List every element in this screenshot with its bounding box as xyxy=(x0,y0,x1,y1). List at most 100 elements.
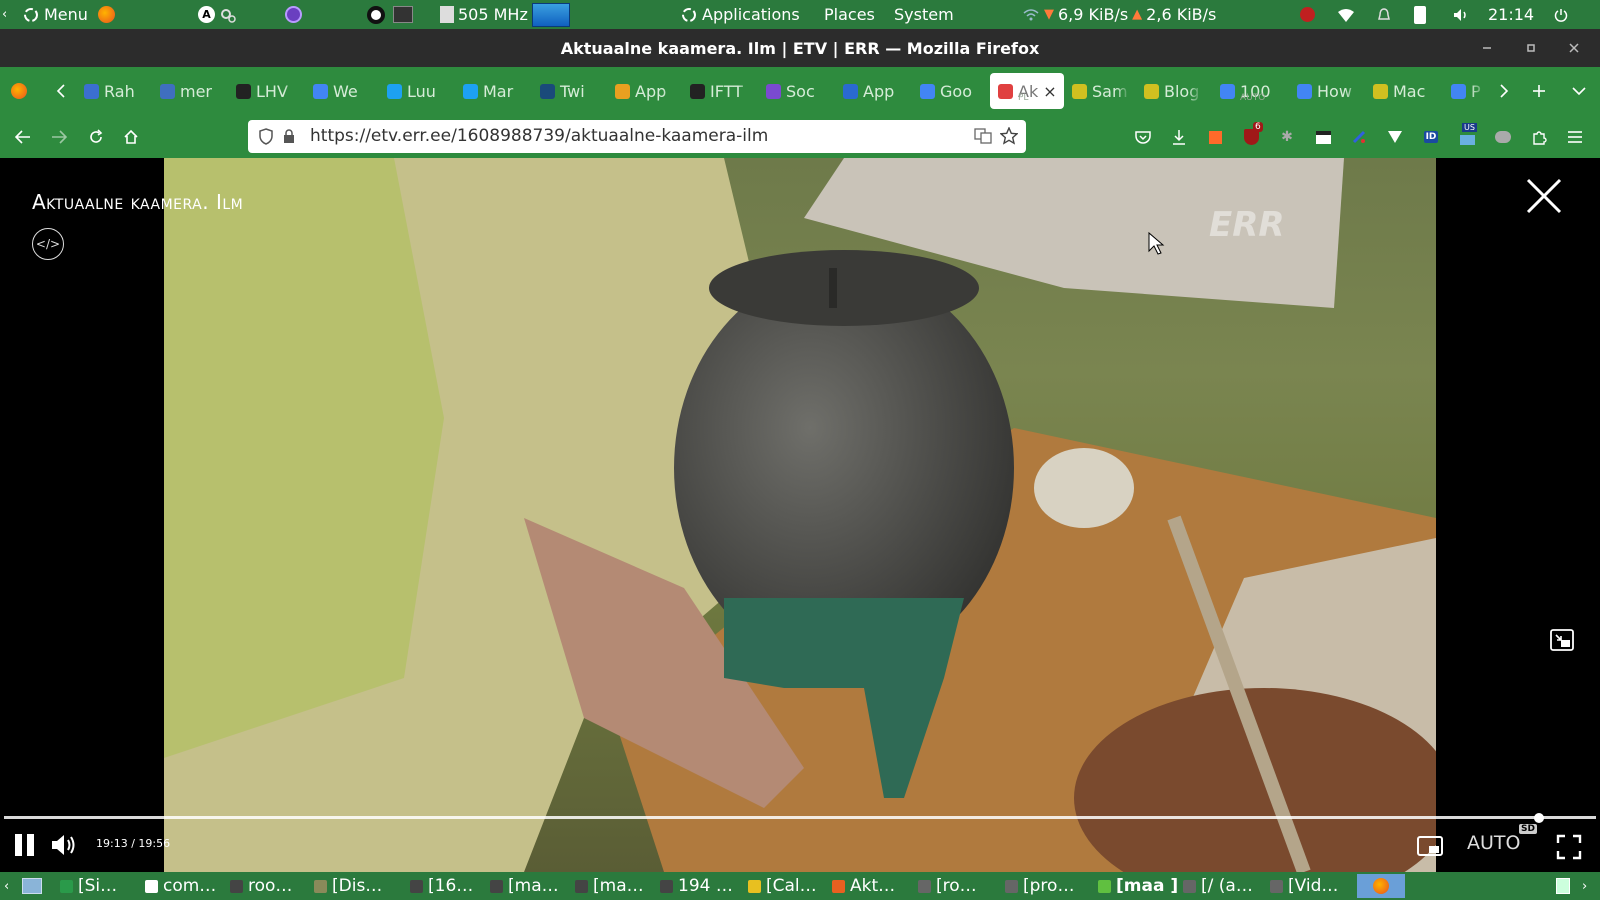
bookmark-star-icon[interactable] xyxy=(1000,127,1018,145)
picture-in-picture-button[interactable] xyxy=(1542,620,1582,660)
video-progress-bar[interactable] xyxy=(4,813,1596,823)
clock[interactable]: 21:14 xyxy=(1488,0,1534,29)
volume-tray[interactable] xyxy=(1452,0,1470,29)
tab-10[interactable]: App xyxy=(843,73,907,109)
downloads-button[interactable] xyxy=(1168,126,1190,148)
firefox-view-button[interactable] xyxy=(8,80,30,102)
tab-17[interactable]: Mac xyxy=(1373,73,1437,109)
firefox-launcher-icon[interactable] xyxy=(97,6,115,23)
tab-4[interactable]: Luu xyxy=(387,73,449,109)
video-player[interactable]: ERR Aktuaalne kaamera. Ilm </> 19:13 / 1… xyxy=(0,158,1600,872)
pause-button[interactable] xyxy=(12,830,38,860)
terminal-icon[interactable] xyxy=(393,6,413,23)
tabs-scroll-right[interactable] xyxy=(1493,80,1515,102)
tab-7[interactable]: App xyxy=(615,73,677,109)
minimize-button[interactable] xyxy=(1478,39,1496,57)
ublock-button[interactable]: 6 xyxy=(1240,122,1263,148)
cloud-extension[interactable] xyxy=(1492,126,1514,148)
forward-button[interactable] xyxy=(48,126,70,148)
show-desktop-button[interactable] xyxy=(22,874,46,898)
notifications-tray[interactable] xyxy=(1375,0,1393,29)
video-frame[interactable]: ERR xyxy=(164,158,1436,872)
tab-1[interactable]: mer xyxy=(160,73,226,109)
restore-button[interactable] xyxy=(1522,39,1540,57)
us-extension[interactable]: US xyxy=(1456,123,1478,148)
taskbar-item-2[interactable]: roo… xyxy=(230,874,308,898)
lock-icon[interactable] xyxy=(282,128,296,144)
link-extension[interactable] xyxy=(1348,126,1370,148)
close-video-button[interactable] xyxy=(1524,176,1564,216)
system-menu[interactable]: System xyxy=(894,0,954,29)
translate-icon[interactable] xyxy=(974,128,992,144)
gears-icon[interactable] xyxy=(219,6,237,24)
mute-button[interactable] xyxy=(50,832,78,858)
pocket-button[interactable] xyxy=(1132,126,1154,148)
taskbar-item-8[interactable]: [Cal… xyxy=(748,874,828,898)
progress-scrubber[interactable] xyxy=(1533,813,1544,823)
filter-extension[interactable] xyxy=(1384,126,1406,148)
embed-code-icon[interactable]: </> xyxy=(32,228,64,260)
taskbar-item-10[interactable]: [ro… xyxy=(918,874,1000,898)
tab-2[interactable]: LHV xyxy=(236,73,298,109)
opera-applet[interactable] xyxy=(367,0,413,29)
taskbar-item-0[interactable]: [Si… xyxy=(60,874,140,898)
taskbar-item-14[interactable]: [Vid… xyxy=(1270,874,1352,898)
taskbar-item-9[interactable]: Akt… xyxy=(832,874,914,898)
tab-9[interactable]: Soc xyxy=(766,73,828,109)
id-extension[interactable]: ID xyxy=(1420,126,1442,148)
tab-11[interactable]: Goo xyxy=(920,73,984,109)
taskbar-firefox-active[interactable] xyxy=(1357,874,1405,898)
battery-tray[interactable] xyxy=(1414,0,1426,29)
taskbar-scroll-right[interactable]: › xyxy=(1582,874,1596,898)
taskbar-item-11[interactable]: [pro… xyxy=(1005,874,1093,898)
tab-5[interactable]: Mar xyxy=(463,73,525,109)
accessibility-icon[interactable]: A xyxy=(198,6,215,23)
reload-button[interactable] xyxy=(85,126,107,148)
tab-18[interactable]: P xyxy=(1451,73,1485,109)
url-bar[interactable]: https://etv.err.ee/1608988739/aktuaalne-… xyxy=(248,120,1026,153)
close-window-button[interactable] xyxy=(1565,39,1583,57)
taskbar-item-12[interactable]: [maa ] xyxy=(1098,874,1178,898)
fullscreen-button[interactable] xyxy=(1556,834,1582,860)
list-all-tabs-button[interactable] xyxy=(1568,80,1590,102)
taskbar-item-7[interactable]: 194 … xyxy=(660,874,742,898)
calendar-extension[interactable] xyxy=(1312,126,1334,148)
tab-6[interactable]: Twi xyxy=(540,73,602,109)
panel-scroll-left[interactable]: ‹ xyxy=(2,0,7,29)
tab-0[interactable]: Rah xyxy=(84,73,148,109)
extension-orange[interactable] xyxy=(1204,126,1226,148)
miniplayer-button[interactable] xyxy=(1416,834,1444,858)
taskbar-item-4[interactable]: [16… xyxy=(410,874,486,898)
tracking-shield-icon[interactable] xyxy=(258,128,274,145)
taskbar-scroll-left[interactable]: ‹ xyxy=(4,874,18,898)
taskbar-item-1[interactable]: com… xyxy=(145,874,225,898)
podcast-applet[interactable] xyxy=(285,0,302,29)
new-tab-button[interactable] xyxy=(1528,80,1550,102)
tab-15[interactable]: 100 AUTO xyxy=(1220,73,1284,109)
power-button[interactable] xyxy=(1552,0,1570,29)
tab-8[interactable]: IFTT xyxy=(690,73,752,109)
applications-menu[interactable]: Applications xyxy=(680,0,800,29)
wifi-tray[interactable] xyxy=(1337,0,1355,29)
record-icon[interactable] xyxy=(1300,7,1315,22)
tab-16[interactable]: How xyxy=(1297,73,1359,109)
quality-selector[interactable]: AUTO xyxy=(1467,832,1520,854)
tab-3[interactable]: We xyxy=(313,73,371,109)
extensions-button[interactable] xyxy=(1528,126,1550,148)
places-menu[interactable]: Places xyxy=(824,0,875,29)
tabs-scroll-left[interactable] xyxy=(50,80,72,102)
menu-button[interactable]: Menu xyxy=(22,0,115,29)
taskbar-item-6[interactable]: [ma… xyxy=(575,874,655,898)
window-title-bar[interactable]: Aktuaalne kaamera. Ilm | ETV | ERR — Moz… xyxy=(0,29,1600,67)
tab-close-icon[interactable]: × xyxy=(1043,82,1056,101)
taskbar-item-5[interactable]: [ma… xyxy=(490,874,570,898)
back-button[interactable] xyxy=(12,126,34,148)
home-button[interactable] xyxy=(120,126,142,148)
taskbar-item-3[interactable]: [Dis… xyxy=(314,874,404,898)
trash-button[interactable] xyxy=(1556,874,1578,898)
tab-14[interactable]: Blog xyxy=(1144,73,1202,109)
tab-13[interactable]: Sam xyxy=(1072,73,1130,109)
app-menu-button[interactable] xyxy=(1564,126,1586,148)
taskbar-item-13[interactable]: [/ (a… xyxy=(1183,874,1265,898)
tab-12[interactable]: Ak PL × xyxy=(990,73,1064,109)
